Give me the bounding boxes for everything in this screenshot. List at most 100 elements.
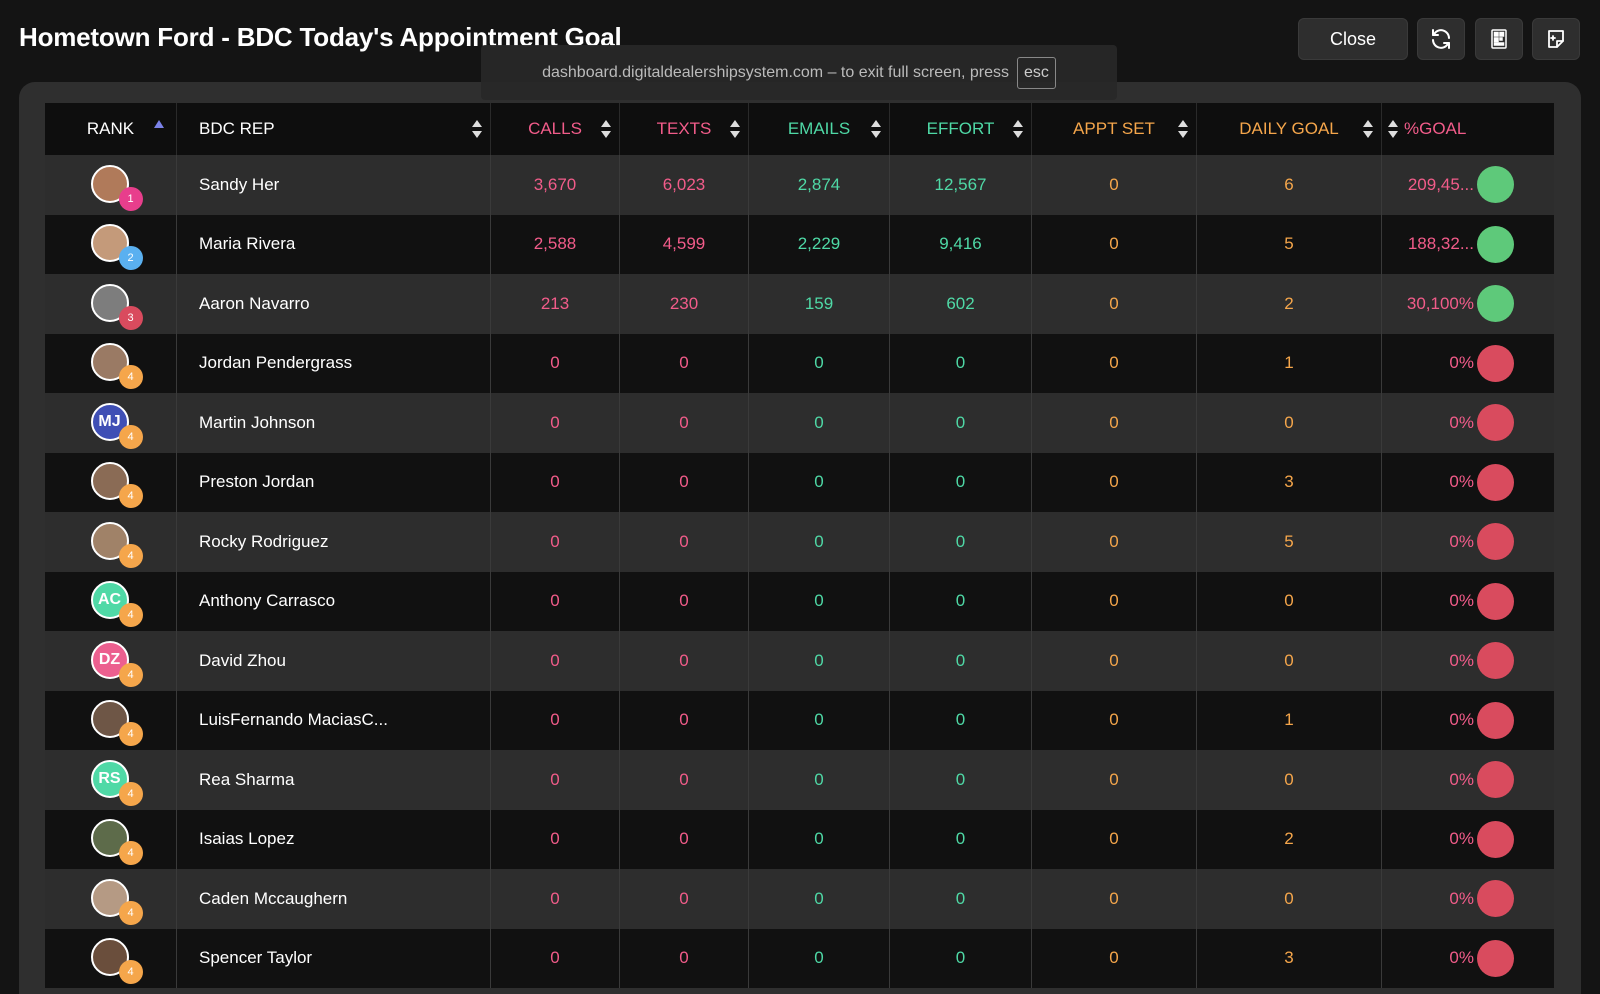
column-rep-label: BDC REP xyxy=(199,119,275,138)
emails-value: 0 xyxy=(749,631,890,691)
rank-badge: 4 xyxy=(118,841,143,866)
status-dot xyxy=(1477,582,1514,620)
pct-goal-cell: 0% xyxy=(1382,453,1554,513)
emails-value: 0 xyxy=(749,452,890,512)
table-row[interactable]: RS 4 Rea Sharma 0 0 0 0 0 0 0% xyxy=(45,750,1554,810)
table-row[interactable]: 4 Isaias Lopez 0 0 0 0 0 2 0% xyxy=(45,809,1554,870)
table-row[interactable]: 4 LuisFernando MaciasC... 0 0 0 0 0 1 0% xyxy=(45,690,1554,750)
pct-goal-value: 0% xyxy=(1449,353,1474,373)
table-row[interactable]: AC 4 Anthony Carrasco 0 0 0 0 0 0 0% xyxy=(45,571,1554,631)
pct-goal-cell: 209,45... xyxy=(1382,155,1554,215)
avatar: 4 xyxy=(90,700,143,747)
appt-set-value: 0 xyxy=(1032,690,1197,750)
status-dot xyxy=(1477,344,1514,382)
emails-value: 0 xyxy=(749,690,890,750)
refresh-button[interactable] xyxy=(1417,18,1465,60)
daily-goal-value: 2 xyxy=(1197,809,1382,869)
column-rank[interactable]: RANK xyxy=(45,103,177,155)
qr-code-button[interactable] xyxy=(1475,18,1523,60)
pct-goal-cell: 0% xyxy=(1382,810,1554,870)
rank-badge: 1 xyxy=(118,186,143,211)
rep-name: Anthony Carrasco xyxy=(177,571,491,631)
calls-value: 0 xyxy=(491,571,620,631)
emails-value: 2,229 xyxy=(749,214,890,274)
pct-goal-value: 0% xyxy=(1449,888,1474,908)
status-dot xyxy=(1477,166,1514,204)
rank-cell: 3 xyxy=(45,274,177,334)
table-row[interactable]: 4 Caden Mccaughern 0 0 0 0 0 0 0% xyxy=(45,869,1554,929)
rank-cell: 1 xyxy=(45,155,177,215)
pct-goal-value: 188,32... xyxy=(1407,234,1474,254)
rank-badge: 4 xyxy=(118,722,143,747)
rep-name: Spencer Taylor xyxy=(177,928,491,988)
rank-badge: 4 xyxy=(118,781,143,806)
avatar: 4 xyxy=(90,462,143,509)
calls-value: 0 xyxy=(491,750,620,810)
appt-set-value: 0 xyxy=(1032,809,1197,869)
column-effort[interactable]: EFFORT xyxy=(890,103,1032,155)
calls-value: 0 xyxy=(491,393,620,453)
column-appt-set[interactable]: APPT SET xyxy=(1032,103,1197,155)
table-header: RANK BDC REP CALLS TEXTS EMAILS EFFORT A… xyxy=(45,103,1554,155)
pct-goal-cell: 0% xyxy=(1382,334,1554,394)
rep-name: Maria Rivera xyxy=(177,214,491,274)
table-row[interactable]: 4 Preston Jordan 0 0 0 0 0 3 0% xyxy=(45,452,1554,513)
pct-goal-value: 30,100% xyxy=(1406,293,1474,313)
sort-icon xyxy=(1388,120,1398,138)
pct-goal-cell: 0% xyxy=(1382,512,1554,572)
effort-value: 0 xyxy=(890,690,1032,750)
texts-value: 0 xyxy=(620,869,749,929)
table-row[interactable]: MJ 4 Martin Johnson 0 0 0 0 0 0 0% xyxy=(45,393,1554,453)
emails-value: 0 xyxy=(749,809,890,869)
pct-goal-value: 0% xyxy=(1449,591,1474,611)
pct-goal-value: 0% xyxy=(1449,412,1474,432)
column-texts[interactable]: TEXTS xyxy=(620,103,749,155)
column-pct-goal[interactable]: %GOAL xyxy=(1382,103,1554,155)
rank-badge: 4 xyxy=(118,365,143,390)
effort-value: 0 xyxy=(890,393,1032,453)
appt-set-value: 0 xyxy=(1032,393,1197,453)
column-rep[interactable]: BDC REP xyxy=(177,103,491,155)
appt-set-value: 0 xyxy=(1032,333,1197,393)
appt-set-value: 0 xyxy=(1032,928,1197,988)
esc-key: esc xyxy=(1017,56,1056,89)
avatar: 2 xyxy=(90,224,143,271)
table-row[interactable]: 4 Rocky Rodriguez 0 0 0 0 0 5 0% xyxy=(45,512,1554,572)
status-dot xyxy=(1477,642,1514,680)
table-row[interactable]: 3 Aaron Navarro 213 230 159 602 0 2 30,1… xyxy=(45,274,1554,334)
effort-value: 0 xyxy=(890,869,1032,929)
rep-name: Isaias Lopez xyxy=(177,809,491,869)
sort-icon xyxy=(1178,120,1188,138)
daily-goal-value: 1 xyxy=(1197,333,1382,393)
column-texts-label: TEXTS xyxy=(656,119,712,138)
table-row[interactable]: 1 Sandy Her 3,670 6,023 2,874 12,567 0 6… xyxy=(45,155,1554,215)
column-daily-goal[interactable]: DAILY GOAL xyxy=(1197,103,1382,155)
appt-set-value: 0 xyxy=(1032,214,1197,274)
pct-goal-cell: 0% xyxy=(1382,869,1554,929)
effort-value: 0 xyxy=(890,571,1032,631)
daily-goal-value: 3 xyxy=(1197,452,1382,512)
rank-cell: MJ 4 xyxy=(45,393,177,453)
column-emails[interactable]: EMAILS xyxy=(749,103,890,155)
status-dot xyxy=(1477,285,1514,323)
emails-value: 0 xyxy=(749,571,890,631)
calls-value: 0 xyxy=(491,869,620,929)
texts-value: 0 xyxy=(620,452,749,512)
table-row[interactable]: 4 Jordan Pendergrass 0 0 0 0 0 1 0% xyxy=(45,333,1554,394)
table-row[interactable]: 2 Maria Rivera 2,588 4,599 2,229 9,416 0… xyxy=(45,214,1554,275)
column-calls[interactable]: CALLS xyxy=(491,103,620,155)
emails-value: 0 xyxy=(749,928,890,988)
sort-icon xyxy=(1363,120,1373,138)
rank-cell: 2 xyxy=(45,214,177,274)
pct-goal-cell: 188,32... xyxy=(1382,215,1554,275)
calls-value: 0 xyxy=(491,333,620,393)
pct-goal-value: 209,45... xyxy=(1407,174,1474,194)
note-add-button[interactable] xyxy=(1532,18,1580,60)
pct-goal-value: 0% xyxy=(1449,710,1474,730)
rank-cell: AC 4 xyxy=(45,571,177,631)
avatar: AC 4 xyxy=(90,581,143,628)
pct-goal-value: 0% xyxy=(1449,829,1474,849)
table-row[interactable]: 4 Spencer Taylor 0 0 0 0 0 3 0% xyxy=(45,928,1554,988)
table-row[interactable]: DZ 4 David Zhou 0 0 0 0 0 0 0% xyxy=(45,631,1554,691)
close-button[interactable]: Close xyxy=(1298,18,1408,60)
